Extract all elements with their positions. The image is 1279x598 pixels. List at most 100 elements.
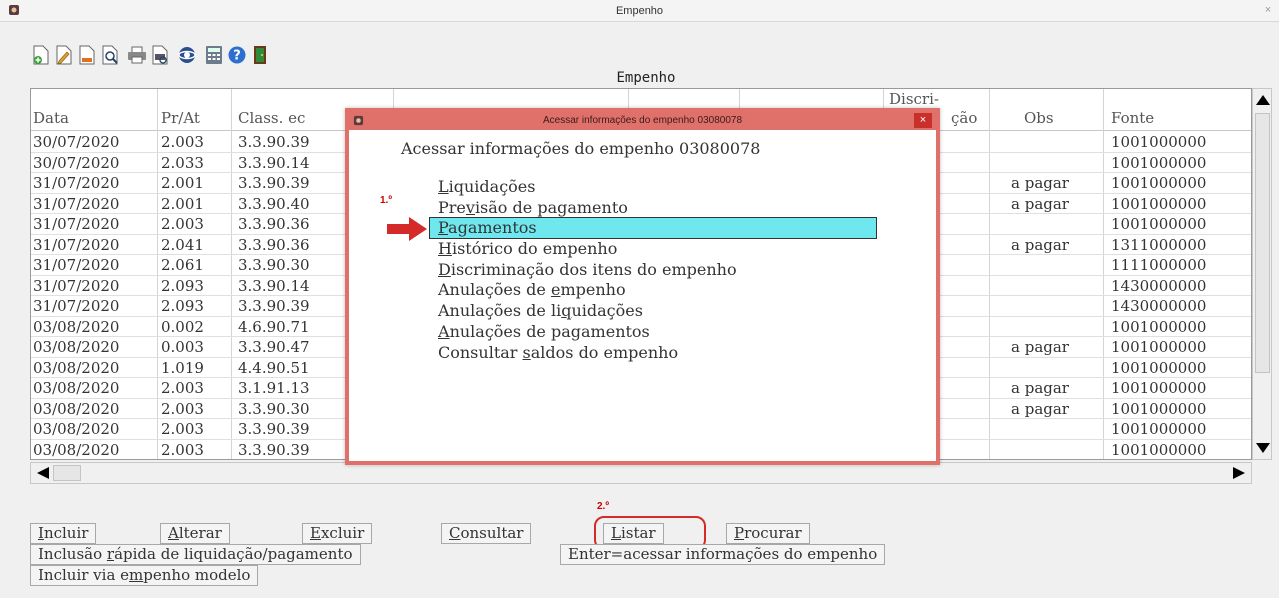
cell-data: 03/08/2020 xyxy=(33,317,120,336)
cell-class: 3.3.90.36 xyxy=(238,215,310,233)
cell-fonte: 1311000000 xyxy=(1111,235,1207,254)
step-2-annotation: 2.º xyxy=(597,501,609,512)
scroll-down-arrow-icon[interactable] xyxy=(1256,443,1270,453)
cell-prat: 2.041 xyxy=(161,235,204,254)
edit-doc-icon[interactable] xyxy=(53,44,75,66)
cell-class: 3.1.91.13 xyxy=(238,379,310,397)
cell-fonte: 1001000000 xyxy=(1111,153,1207,172)
horizontal-scroll-thumb[interactable] xyxy=(53,465,81,481)
scroll-left-arrow-icon[interactable] xyxy=(37,467,49,479)
vertical-scrollbar[interactable] xyxy=(1252,88,1272,460)
cell-data: 31/07/2020 xyxy=(33,276,120,295)
help-icon[interactable]: ? xyxy=(226,44,248,66)
cell-fonte: 1001000000 xyxy=(1111,215,1207,233)
window-title: Empenho xyxy=(615,5,664,17)
cell-data: 03/08/2020 xyxy=(33,379,120,397)
close-icon[interactable]: × xyxy=(1261,2,1275,18)
col-header-obs[interactable]: Obs xyxy=(1024,109,1054,127)
enter-acessar-button[interactable]: Enter=acessar informações do empenho xyxy=(560,544,886,565)
dialog-menu-item[interactable]: Previsão de pagamento xyxy=(438,197,628,219)
cell-class: 3.3.90.30 xyxy=(238,399,310,418)
dialog-menu-item[interactable]: Liquidações xyxy=(438,176,535,198)
dialog-menu-item[interactable]: Consultar saldos do empenho xyxy=(438,342,678,364)
cell-data: 03/08/2020 xyxy=(33,358,120,377)
inclusao-rapida-button[interactable]: Inclusão rápida de liquidação/pagamento xyxy=(30,544,361,565)
empenho-info-dialog: Acessar informações do empenho 03080078 … xyxy=(345,108,940,465)
cell-fonte: 1001000000 xyxy=(1111,194,1207,213)
col-header-discri-bottom[interactable]: ção xyxy=(951,109,977,127)
procurar-button[interactable]: Procurar xyxy=(726,523,810,544)
cell-fonte: 1111000000 xyxy=(1111,256,1207,274)
cell-class: 3.3.90.36 xyxy=(238,235,310,254)
cell-class: 4.6.90.71 xyxy=(238,317,310,336)
cell-data: 03/08/2020 xyxy=(33,420,120,438)
col-header-fonte[interactable]: Fonte xyxy=(1111,109,1154,127)
calculator-icon[interactable] xyxy=(203,44,225,66)
scroll-up-arrow-icon[interactable] xyxy=(1256,95,1270,105)
cell-data: 31/07/2020 xyxy=(33,235,120,254)
print-preview-icon[interactable] xyxy=(149,44,171,66)
toolbar: ? xyxy=(30,42,272,68)
consultar-button[interactable]: Consultar xyxy=(441,523,532,544)
cell-prat: 2.001 xyxy=(161,194,204,213)
cell-data: 30/07/2020 xyxy=(33,153,120,172)
vertical-scroll-thumb[interactable] xyxy=(1255,113,1270,373)
cell-fonte: 1001000000 xyxy=(1111,420,1207,438)
cell-class: 3.3.90.30 xyxy=(238,256,310,274)
cell-prat: 2.033 xyxy=(161,153,204,172)
incluir-via-modelo-button[interactable]: Incluir via empenho modelo xyxy=(30,565,259,586)
horizontal-scrollbar[interactable] xyxy=(30,462,1252,484)
dialog-menu-item[interactable]: Anulações de pagamentos xyxy=(438,321,650,343)
browser-icon[interactable] xyxy=(176,44,198,66)
cell-class: 4.4.90.51 xyxy=(238,358,310,377)
cell-obs: a pagar xyxy=(1011,399,1069,418)
cell-data: 31/07/2020 xyxy=(33,297,120,315)
scroll-right-arrow-icon[interactable] xyxy=(1233,467,1245,479)
cell-prat: 1.019 xyxy=(161,358,204,377)
new-doc-icon[interactable] xyxy=(30,44,52,66)
dialog-menu-item[interactable]: Pagamentos xyxy=(429,217,877,239)
exit-door-icon[interactable] xyxy=(249,44,271,66)
cell-fonte: 1001000000 xyxy=(1111,440,1207,459)
cell-data: 03/08/2020 xyxy=(33,338,120,356)
cell-prat: 2.003 xyxy=(161,440,204,459)
cell-class: 3.3.90.39 xyxy=(238,420,310,438)
cell-obs: a pagar xyxy=(1011,194,1069,213)
cell-class: 3.3.90.47 xyxy=(238,338,310,356)
cell-fonte: 1001000000 xyxy=(1111,338,1207,356)
excluir-button[interactable]: Excluir xyxy=(302,523,373,544)
col-header-data[interactable]: Data xyxy=(33,109,69,127)
dialog-menu-item[interactable]: Discriminação dos itens do empenho xyxy=(438,259,737,281)
dialog-menu-item[interactable]: Anulações de liquidações xyxy=(438,300,643,322)
col-header-class[interactable]: Class. ec xyxy=(238,109,305,127)
dialog-close-icon[interactable]: × xyxy=(914,113,932,128)
cell-data: 03/08/2020 xyxy=(33,440,120,459)
title-bar: Empenho × xyxy=(0,0,1279,22)
print-icon[interactable] xyxy=(126,44,148,66)
cell-fonte: 1001000000 xyxy=(1111,399,1207,418)
dialog-menu-item[interactable]: Histórico do empenho xyxy=(438,238,617,260)
cell-class: 3.3.90.39 xyxy=(238,297,310,315)
cell-data: 31/07/2020 xyxy=(33,174,120,192)
cell-data: 31/07/2020 xyxy=(33,256,120,274)
dialog-menu-item[interactable]: Anulações de empenho xyxy=(438,279,626,301)
cell-class: 3.3.90.14 xyxy=(238,276,310,295)
cell-obs: a pagar xyxy=(1011,338,1069,356)
grid-title: Empenho xyxy=(616,70,676,86)
incluir-button[interactable]: Incluir xyxy=(30,523,97,544)
svg-text:?: ? xyxy=(233,49,241,64)
dialog-title-bar: Acessar informações do empenho 03080078 … xyxy=(349,112,936,130)
blank-doc-icon[interactable] xyxy=(76,44,98,66)
cell-fonte: 1430000000 xyxy=(1111,276,1207,295)
cell-prat: 2.003 xyxy=(161,133,204,151)
cell-fonte: 1430000000 xyxy=(1111,297,1207,315)
preview-doc-icon[interactable] xyxy=(99,44,121,66)
cell-prat: 2.003 xyxy=(161,379,204,397)
col-header-discri-top[interactable]: Discri- xyxy=(889,90,939,108)
cell-obs: a pagar xyxy=(1011,174,1069,192)
alterar-button[interactable]: Alterar xyxy=(160,523,230,544)
cell-data: 31/07/2020 xyxy=(33,194,120,213)
cell-class: 3.3.90.40 xyxy=(238,194,310,213)
red-arrow-icon xyxy=(387,217,427,241)
col-header-prat[interactable]: Pr/At xyxy=(161,109,200,127)
